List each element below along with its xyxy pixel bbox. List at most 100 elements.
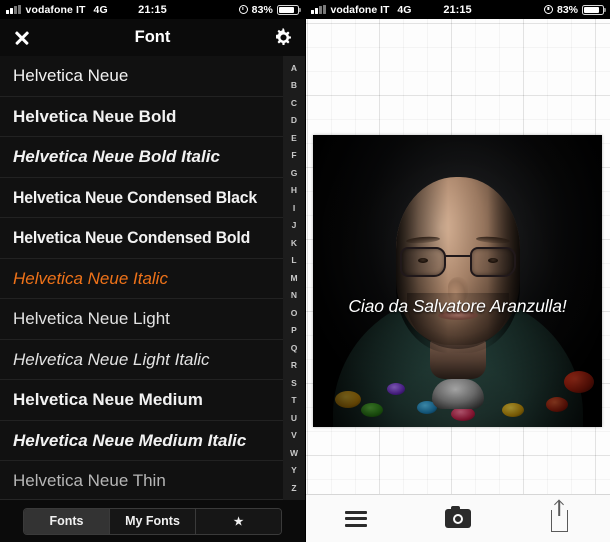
status-bar-right: vodafone IT 4G 21:15 83% [305,0,610,19]
font-name-label: Helvetica Neue Light Italic [13,349,210,369]
alphabet-index-letter[interactable]: L [291,256,296,265]
carrier-label: vodafone IT [25,3,86,16]
font-list-item[interactable]: Helvetica Neue Light Italic [0,340,305,380]
photo-prop-6 [451,407,475,421]
alphabet-index-letter[interactable]: V [291,431,297,440]
alphabet-index-letter[interactable]: Y [291,466,297,475]
carrier-label: vodafone IT [330,3,390,16]
font-list-item[interactable]: Helvetica Neue [0,56,305,97]
photo-glasses-bridge [444,255,471,258]
share-button[interactable] [508,495,610,542]
alphabet-index-letter[interactable]: N [291,291,297,300]
segment-my-fonts[interactable]: My Fonts [110,508,196,534]
alphabet-index-letter[interactable]: H [291,186,297,195]
photo-prop-8 [387,383,405,395]
alphabet-index-letter[interactable]: I [293,204,295,213]
font-list-item[interactable]: Helvetica Neue Medium [0,380,305,421]
font-name-label: Helvetica Neue Light [13,309,170,329]
hamburger-menu-icon [344,510,367,527]
navigation-bar: Font [0,19,305,57]
font-list-item[interactable]: Helvetica Neue Thin [0,461,305,500]
alphabet-index-letter[interactable]: W [290,449,298,458]
photo-eyeglasses [396,235,520,279]
alphabet-index-letter[interactable]: A [291,63,297,73]
status-bar-left: vodafone IT 4G 21:15 83% [0,0,305,19]
alphabet-index-letter[interactable]: J [292,221,297,230]
segment-favorites[interactable]: ★ [196,508,281,534]
alphabet-index-scrubber[interactable]: ABCDEFGHIJKLMNOPQRSTUVWYZ [283,56,305,500]
font-name-label: Helvetica Neue Bold Italic [13,147,220,167]
font-list-item[interactable]: Helvetica Neue Condensed Bold [0,218,305,259]
alphabet-index-letter[interactable]: T [291,396,296,405]
alphabet-index-letter[interactable]: U [291,414,297,423]
share-icon [550,509,568,532]
camera-button[interactable] [407,495,509,542]
photo-card[interactable]: Ciao da Salvatore Aranzulla! [313,135,602,427]
settings-button[interactable] [261,19,305,56]
signal-bars-icon [311,5,326,14]
alphabet-index-letter[interactable]: Q [291,344,298,353]
image-caption-text[interactable]: Ciao da Salvatore Aranzulla! [313,296,602,317]
alphabet-index-letter[interactable]: G [291,169,298,178]
alphabet-index-letter[interactable]: P [291,326,297,335]
photo-prop-1 [564,371,594,393]
segment-label: My Fonts [125,514,180,528]
font-list-item[interactable]: Helvetica Neue Bold [0,97,305,137]
segmented-control[interactable]: Fonts My Fonts ★ [23,507,282,535]
left-pane-font-picker: vodafone IT 4G 21:15 83% Font Helvetica … [0,0,305,542]
status-bar-left-group: vodafone IT 4G [0,4,108,16]
status-bar-right-group-2: 83% [543,3,610,16]
font-name-label: Helvetica Neue Bold [13,106,177,126]
segment-fonts[interactable]: Fonts [24,508,110,534]
alphabet-index-letter[interactable]: E [291,134,297,143]
alphabet-index-letter[interactable]: B [291,81,297,90]
font-name-label: Helvetica Neue Condensed Bold [13,228,251,248]
alphabet-index-letter[interactable]: D [291,116,297,125]
page-title: Font [134,28,171,46]
network-type-label: 4G [397,3,412,16]
rotation-lock-icon [543,5,553,14]
photo-eye-right [487,258,498,263]
portrait-photo: Ciao da Salvatore Aranzulla! [313,135,602,427]
font-name-label: Helvetica Neue Thin [13,471,166,491]
gear-icon [275,28,291,45]
font-name-label: Helvetica Neue Medium [13,390,203,410]
network-type-label: 4G [93,3,108,16]
alphabet-index-letter[interactable]: S [291,379,297,388]
close-button[interactable] [0,19,44,56]
photo-prop-2 [546,397,568,412]
font-name-label: Helvetica Neue Condensed Black [13,187,257,207]
battery-percent-label: 83% [556,3,578,16]
right-pane-editor: vodafone IT 4G 21:15 83% Ciao da Salvato… [305,0,610,542]
battery-percent-label: 83% [251,3,273,16]
font-list-item[interactable]: Helvetica Neue Italic [0,259,305,299]
font-name-label: Helvetica Neue Medium Italic [13,430,247,450]
segment-label: Fonts [49,514,84,528]
alphabet-index-letter[interactable]: K [291,239,297,248]
font-list[interactable]: Helvetica Neue Helvetica Neue Bold Helveti… [0,56,305,500]
alphabet-index-letter[interactable]: R [291,361,297,370]
editor-toolbar [305,494,610,542]
font-list-item[interactable]: Helvetica Neue Medium Italic [0,421,305,461]
alphabet-index-letter[interactable]: C [291,99,297,108]
photo-prop-7 [502,403,524,417]
status-bar-right-group: 83% [238,3,305,16]
photo-prop-4 [361,403,383,417]
editor-canvas[interactable]: Ciao da Salvatore Aranzulla! [305,19,610,495]
battery-icon [582,4,604,15]
font-list-item[interactable]: Helvetica Neue Condensed Black [0,178,305,218]
battery-icon [277,4,299,15]
font-list-item[interactable]: Helvetica Neue Bold Italic [0,137,305,178]
font-name-label: Helvetica Neue [13,66,129,86]
alphabet-index-letter[interactable]: M [290,274,297,283]
alphabet-index-letter[interactable]: F [291,151,296,160]
alphabet-index-letter[interactable]: Z [291,484,296,493]
rotation-lock-icon [238,5,248,14]
star-icon: ★ [233,515,244,528]
alphabet-index-letter[interactable]: O [291,309,298,318]
font-name-label: Helvetica Neue Italic [13,268,168,288]
font-list-item[interactable]: Helvetica Neue Light [0,299,305,340]
menu-button[interactable] [305,495,407,542]
camera-icon [444,505,471,528]
close-x-icon [15,30,30,45]
